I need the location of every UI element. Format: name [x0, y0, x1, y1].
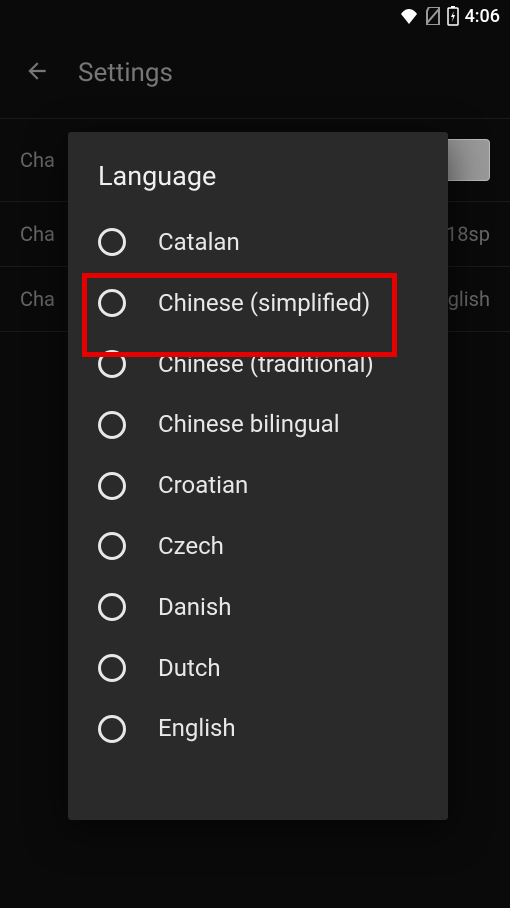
status-time: 4:06 — [465, 6, 500, 27]
radio-unchecked-icon — [98, 654, 126, 682]
radio-unchecked-icon — [98, 289, 126, 317]
language-option-chinese-traditional[interactable]: Chinese (traditional) — [68, 334, 448, 395]
language-option-croatian[interactable]: Croatian — [68, 455, 448, 516]
language-option-chinese-bilingual[interactable]: Chinese bilingual — [68, 394, 448, 455]
radio-unchecked-icon — [98, 411, 126, 439]
option-label: Dutch — [158, 654, 221, 683]
language-option-catalan[interactable]: Catalan — [68, 212, 448, 273]
radio-unchecked-icon — [98, 715, 126, 743]
radio-unchecked-icon — [98, 532, 126, 560]
toggle-switch[interactable] — [444, 139, 490, 181]
settings-title: Settings — [78, 58, 173, 88]
option-label: Catalan — [158, 228, 240, 257]
status-bar: 4:06 — [0, 0, 510, 32]
option-label: Croatian — [158, 471, 248, 500]
settings-row-value: 18sp — [446, 222, 490, 246]
radio-unchecked-icon — [98, 350, 126, 378]
sim-icon — [425, 7, 441, 25]
language-option-english[interactable]: English — [68, 698, 448, 759]
option-label: Czech — [158, 532, 224, 561]
battery-charging-icon — [447, 6, 459, 26]
option-label: Danish — [158, 593, 232, 622]
language-dialog: Language Catalan Chinese (simplified) Ch… — [68, 132, 448, 820]
radio-unchecked-icon — [98, 472, 126, 500]
back-arrow-icon[interactable] — [24, 58, 50, 88]
option-label: Chinese bilingual — [158, 410, 340, 439]
language-option-chinese-simplified[interactable]: Chinese (simplified) — [68, 273, 448, 334]
settings-row-label: Cha — [20, 148, 55, 172]
option-label: English — [158, 714, 236, 743]
radio-unchecked-icon — [98, 593, 126, 621]
settings-header: Settings — [0, 40, 510, 118]
language-option-dutch[interactable]: Dutch — [68, 638, 448, 699]
dialog-title: Language — [68, 132, 448, 212]
option-label: Chinese (simplified) — [158, 289, 370, 318]
option-label: Chinese (traditional) — [158, 350, 374, 379]
settings-row-label: Cha — [20, 287, 55, 311]
radio-unchecked-icon — [98, 228, 126, 256]
wifi-icon — [399, 8, 419, 24]
language-option-danish[interactable]: Danish — [68, 577, 448, 638]
settings-row-value: glish — [448, 287, 490, 311]
language-option-czech[interactable]: Czech — [68, 516, 448, 577]
language-option-list[interactable]: Catalan Chinese (simplified) Chinese (tr… — [68, 212, 448, 820]
settings-row-label: Cha — [20, 222, 55, 246]
